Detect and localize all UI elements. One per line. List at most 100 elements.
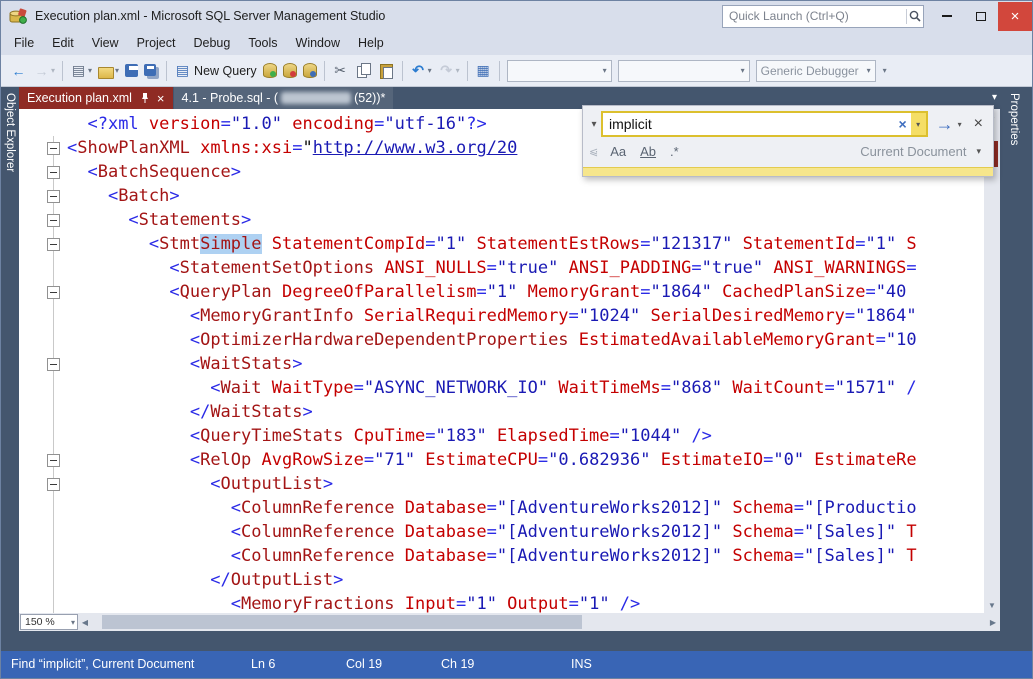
fold-toggle-icon[interactable] (47, 453, 60, 467)
tab-execution-plan[interactable]: Execution plan.xml × (19, 87, 173, 109)
scroll-down-icon[interactable]: ▼ (984, 599, 1000, 613)
scroll-left-icon[interactable]: ◀ (78, 618, 92, 627)
redo-button[interactable]: ▾ (435, 59, 463, 83)
code-line[interactable]: <ColumnReference Database="[AdventureWor… (19, 544, 984, 568)
pin-icon[interactable] (140, 92, 150, 104)
fold-toggle-icon[interactable] (47, 357, 60, 371)
code-line[interactable]: <StatementSetOptions ANSI_NULLS="true" A… (19, 256, 984, 280)
toolbar-separator (401, 60, 403, 81)
menu-item-help[interactable]: Help (349, 31, 393, 55)
status-message: Find “implicit”, Current Document (11, 657, 195, 671)
code-line[interactable]: <QueryPlan DegreeOfParallelism="1" Memor… (19, 280, 984, 304)
minimize-icon (942, 15, 952, 17)
navigate-forward-icon (33, 62, 50, 79)
vertical-scrollbar[interactable]: ▲ ▼ (984, 109, 1000, 613)
scope-chevron-icon[interactable]: ▾ (976, 146, 981, 157)
fold-toggle-icon[interactable] (47, 237, 60, 251)
fold-margin (19, 592, 67, 613)
code-line[interactable]: <OptimizerHardwareDependentProperties Es… (19, 328, 984, 352)
code-line[interactable]: <RelOp AvgRowSize="71" EstimateCPU="0.68… (19, 448, 984, 472)
fold-toggle-icon[interactable] (47, 189, 60, 203)
toolbar-options-button[interactable]: ▾ (879, 59, 890, 83)
code-line[interactable]: </OutputList> (19, 568, 984, 592)
find-options-chevron-icon[interactable]: ▾ (958, 120, 966, 129)
fold-margin (19, 304, 67, 328)
code-line[interactable]: <ColumnReference Database="[AdventureWor… (19, 520, 984, 544)
tab-label: Execution plan.xml (27, 91, 132, 105)
regex-button[interactable]: .* (664, 142, 685, 161)
find-panel-accent-bar (583, 167, 993, 176)
cut-button[interactable] (329, 59, 352, 83)
find-close-icon[interactable]: × (966, 115, 987, 133)
menu-item-tools[interactable]: Tools (239, 31, 286, 55)
properties-tab[interactable]: Properties (1000, 87, 1032, 653)
code-line[interactable]: <QueryTimeStats CpuTime="183" ElapsedTim… (19, 424, 984, 448)
horizontal-scrollbar-thumb[interactable] (102, 615, 582, 629)
tab-probe-sql[interactable]: 4.1 - Probe.sql - ( (52))* (173, 87, 394, 109)
object-explorer-tab[interactable]: Object Explorer (1, 87, 19, 653)
maximize-button[interactable] (964, 2, 998, 31)
scroll-right-icon[interactable]: ▶ (986, 618, 1000, 627)
search-history-dropdown-icon[interactable]: ▾ (910, 113, 926, 135)
debugger-combo[interactable]: Generic Debugger ▾ (755, 59, 876, 82)
code-line[interactable]: <MemoryGrantInfo SerialRequiredMemory="1… (19, 304, 984, 328)
code-line[interactable]: <Statements> (19, 208, 984, 232)
fold-toggle-icon[interactable] (47, 213, 60, 227)
match-case-button[interactable]: Aa (604, 142, 632, 161)
grip-icon: ⩿ (589, 146, 599, 158)
fold-toggle-icon[interactable] (47, 165, 60, 179)
menu-item-file[interactable]: File (5, 31, 43, 55)
code-line[interactable]: <MemoryFractions Input="1" Output="1" /> (19, 592, 984, 613)
menu-item-window[interactable]: Window (287, 31, 349, 55)
paste-button[interactable] (375, 59, 398, 83)
menu-item-project[interactable]: Project (128, 31, 185, 55)
save-button[interactable] (122, 59, 141, 83)
new-query-button[interactable]: New Query (171, 59, 260, 83)
tab-close-icon[interactable]: × (157, 92, 165, 105)
code-line[interactable]: <WaitStats> (19, 352, 984, 376)
close-button[interactable]: × (998, 1, 1032, 31)
code-line[interactable]: <Wait WaitType="ASYNC_NETWORK_IO" WaitTi… (19, 376, 984, 400)
menu-item-edit[interactable]: Edit (43, 31, 83, 55)
find-next-icon[interactable]: → (928, 114, 958, 135)
undo-button[interactable]: ▾ (407, 59, 435, 83)
database-2-button[interactable] (280, 59, 300, 83)
toolbar-combo-1[interactable]: ▾ (506, 59, 612, 82)
code-line[interactable]: </WaitStats> (19, 400, 984, 424)
horizontal-scrollbar[interactable] (92, 613, 986, 631)
tab-list-dropdown-icon[interactable]: ▾ (992, 92, 997, 103)
expand-replace-chevron-icon[interactable]: ▾ (587, 119, 601, 130)
toolbar-combo-2[interactable]: ▾ (617, 59, 750, 82)
navigate-back-button[interactable] (7, 59, 30, 83)
fold-toggle-icon[interactable] (47, 141, 60, 155)
chevron-down-icon: ▾ (882, 66, 887, 75)
menu-item-debug[interactable]: Debug (184, 31, 239, 55)
find-input[interactable] (603, 116, 895, 132)
code-line[interactable]: <OutputList> (19, 472, 984, 496)
database-1-icon (262, 63, 277, 78)
fold-toggle-icon[interactable] (47, 477, 60, 491)
menu-item-view[interactable]: View (83, 31, 128, 55)
quick-launch-input[interactable] (723, 9, 906, 23)
clear-search-icon[interactable]: × (894, 116, 910, 132)
database-3-button[interactable] (300, 59, 320, 83)
code-line[interactable]: <Batch> (19, 184, 984, 208)
save-all-button[interactable] (141, 59, 162, 83)
quick-launch-box[interactable] (722, 4, 924, 28)
search-scope-dropdown[interactable]: Current Document (860, 144, 966, 159)
execution-plan-button[interactable] (472, 59, 495, 83)
zoom-selector[interactable]: 150 % ▾ (20, 614, 78, 630)
navigate-forward-button[interactable]: ▾ (30, 59, 58, 83)
new-project-button[interactable]: ▾ (67, 59, 95, 83)
title-bar: Execution plan.xml - Microsoft SQL Serve… (1, 1, 1032, 31)
copy-button[interactable] (352, 59, 375, 83)
code-editor[interactable]: <?xml version="1.0" encoding="utf-16"?> <… (19, 109, 984, 613)
find-search-box[interactable]: × ▾ (601, 111, 928, 137)
fold-toggle-icon[interactable] (47, 285, 60, 299)
code-line[interactable]: <StmtSimple StatementCompId="1" Statemen… (19, 232, 984, 256)
database-1-button[interactable] (260, 59, 280, 83)
whole-word-button[interactable]: Ab (634, 142, 662, 161)
code-line[interactable]: <ColumnReference Database="[AdventureWor… (19, 496, 984, 520)
minimize-button[interactable] (930, 2, 964, 31)
open-file-button[interactable]: ▾ (95, 59, 122, 83)
